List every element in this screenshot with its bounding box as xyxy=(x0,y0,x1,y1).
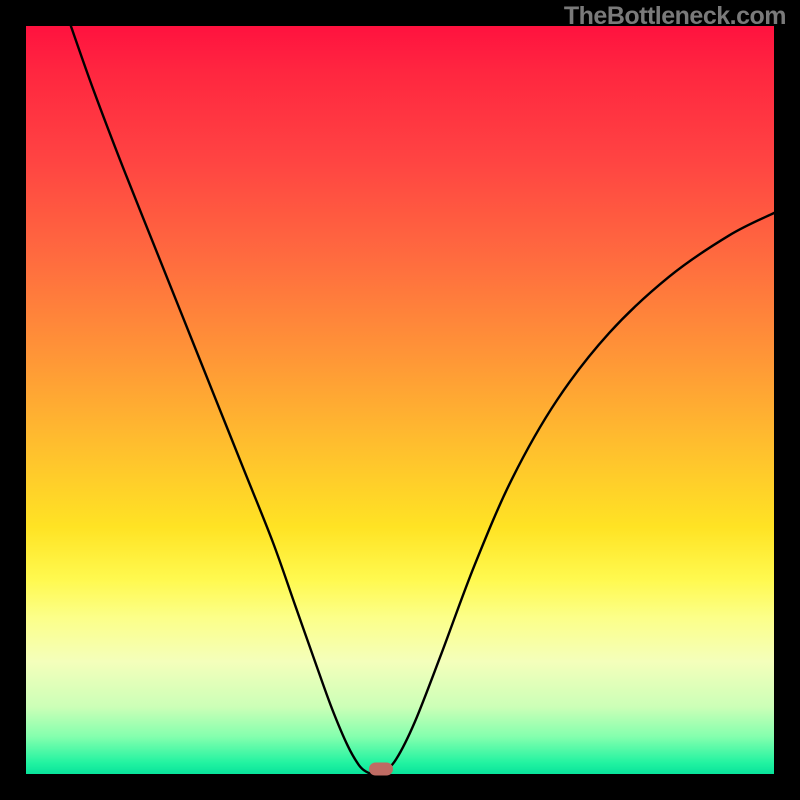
background-gradient xyxy=(26,26,774,774)
chart-frame xyxy=(26,26,774,774)
